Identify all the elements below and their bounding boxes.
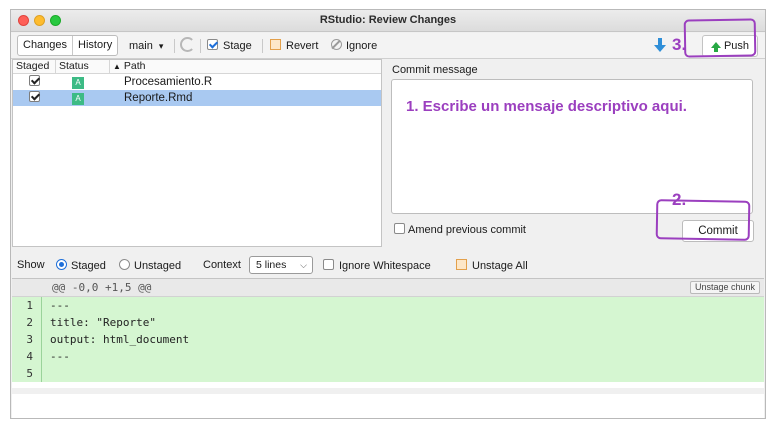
toolbar-divider bbox=[200, 39, 201, 53]
review-changes-window: RStudio: Review Changes Changes History … bbox=[10, 9, 766, 419]
revert-label: Revert bbox=[286, 40, 319, 52]
diff-line[interactable]: 5 bbox=[12, 365, 764, 382]
file-path: Procesamiento.R bbox=[124, 76, 213, 88]
line-number: 3 bbox=[12, 331, 42, 348]
radio-icon bbox=[119, 259, 130, 270]
toolbar: Changes History main ▾ Stage Revert Igno… bbox=[11, 33, 765, 59]
window-title: RStudio: Review Changes bbox=[319, 14, 457, 26]
tab-changes[interactable]: Changes bbox=[18, 36, 74, 55]
unstage-all-label: Unstage All bbox=[472, 260, 528, 272]
view-switcher: Changes History bbox=[17, 35, 119, 56]
column-header-staged[interactable]: Staged bbox=[13, 60, 56, 73]
toolbar-divider bbox=[262, 39, 263, 53]
branch-name: main bbox=[129, 40, 153, 52]
column-header-status[interactable]: Status bbox=[56, 60, 110, 73]
hunk-header: @@ -0,0 +1,5 @@ Unstage chunk bbox=[12, 279, 764, 297]
commit-annotation-text: 1. Escribe un mensaje descriptivo aqui. bbox=[406, 98, 687, 115]
revert-icon bbox=[270, 39, 281, 50]
tab-history[interactable]: History bbox=[73, 36, 117, 55]
column-header-path[interactable]: ▲ Path bbox=[110, 60, 381, 73]
line-code: output: html_document bbox=[50, 333, 190, 346]
stage-button[interactable]: Stage bbox=[207, 37, 252, 55]
branch-selector[interactable]: main ▾ bbox=[129, 37, 163, 55]
staged-checkbox[interactable] bbox=[29, 75, 40, 86]
pull-icon[interactable] bbox=[654, 38, 666, 52]
diff-line[interactable]: 1 --- bbox=[12, 297, 764, 314]
unstaged-radio-label: Unstaged bbox=[134, 260, 182, 272]
diff-line[interactable]: 3 output: html_document bbox=[12, 331, 764, 348]
staged-radio-label: Staged bbox=[71, 260, 106, 272]
line-number: 5 bbox=[12, 365, 42, 382]
line-number: 4 bbox=[12, 348, 42, 365]
refresh-icon[interactable] bbox=[180, 37, 195, 52]
context-lines-select[interactable]: 5 lines ⌵ bbox=[249, 256, 313, 274]
line-number: 1 bbox=[12, 297, 42, 314]
line-code: --- bbox=[50, 299, 70, 312]
status-added-badge: A bbox=[72, 76, 84, 89]
toolbar-divider bbox=[174, 39, 175, 53]
line-number: 2 bbox=[12, 314, 42, 331]
ignore-button[interactable]: Ignore bbox=[331, 37, 377, 55]
title-bar: RStudio: Review Changes bbox=[11, 10, 765, 32]
diff-line[interactable]: 2 title: "Reporte" bbox=[12, 314, 764, 331]
ignore-icon bbox=[331, 39, 342, 50]
show-unstaged-radio[interactable]: Unstaged bbox=[119, 259, 181, 272]
commit-message-input[interactable]: 1. Escribe un mensaje descriptivo aqui. bbox=[391, 79, 753, 214]
unstage-icon bbox=[456, 259, 467, 270]
diff-options-bar: Show Staged Unstaged Context 5 lines ⌵ I… bbox=[11, 253, 765, 277]
line-code: title: "Reporte" bbox=[50, 316, 156, 329]
chevron-down-icon: ▾ bbox=[158, 41, 164, 51]
hunk-range: @@ -0,0 +1,5 @@ bbox=[52, 281, 152, 294]
radio-selected-icon bbox=[56, 259, 67, 270]
file-row[interactable]: A Procesamiento.R bbox=[13, 74, 381, 90]
staged-checkbox[interactable] bbox=[29, 91, 40, 102]
diff-line[interactable]: 4 --- bbox=[12, 348, 764, 365]
ignore-whitespace-label: Ignore Whitespace bbox=[339, 260, 431, 272]
diff-view: @@ -0,0 +1,5 @@ Unstage chunk 1 --- 2 titl… bbox=[12, 278, 764, 388]
file-row-selected[interactable]: A Reporte.Rmd bbox=[13, 90, 381, 106]
line-code: --- bbox=[50, 350, 70, 363]
file-list-header: Staged Status ▲ Path bbox=[13, 60, 381, 74]
amend-label: Amend previous commit bbox=[408, 224, 526, 236]
commit-message-label: Commit message bbox=[392, 64, 478, 76]
status-added-badge: A bbox=[72, 92, 84, 105]
ignore-label: Ignore bbox=[346, 40, 378, 52]
diff-empty-area bbox=[12, 394, 764, 418]
show-label: Show bbox=[17, 259, 45, 271]
commit-highlight-annotation bbox=[655, 199, 751, 241]
unstage-all-button[interactable]: Unstage All bbox=[456, 259, 528, 272]
show-staged-radio[interactable]: Staged bbox=[56, 259, 106, 272]
checkbox-icon bbox=[207, 39, 218, 50]
context-label: Context bbox=[203, 259, 241, 271]
unstage-chunk-button[interactable]: Unstage chunk bbox=[689, 281, 760, 294]
amend-checkbox[interactable] bbox=[394, 223, 405, 234]
file-path: Reporte.Rmd bbox=[124, 92, 193, 104]
revert-button[interactable]: Revert bbox=[270, 37, 318, 55]
stage-label: Stage bbox=[223, 40, 252, 52]
sort-asc-icon: ▲ bbox=[113, 62, 121, 71]
chevron-down-icon: ⌵ bbox=[300, 260, 307, 270]
ignore-whitespace-toggle[interactable]: Ignore Whitespace bbox=[323, 259, 431, 272]
context-value: 5 lines bbox=[256, 259, 287, 271]
amend-previous-commit[interactable]: Amend previous commit bbox=[394, 223, 526, 236]
ignore-whitespace-checkbox[interactable] bbox=[323, 259, 334, 270]
push-highlight-annotation bbox=[683, 18, 757, 58]
changed-files-list: Staged Status ▲ Path A Procesamiento.R A … bbox=[12, 59, 382, 247]
